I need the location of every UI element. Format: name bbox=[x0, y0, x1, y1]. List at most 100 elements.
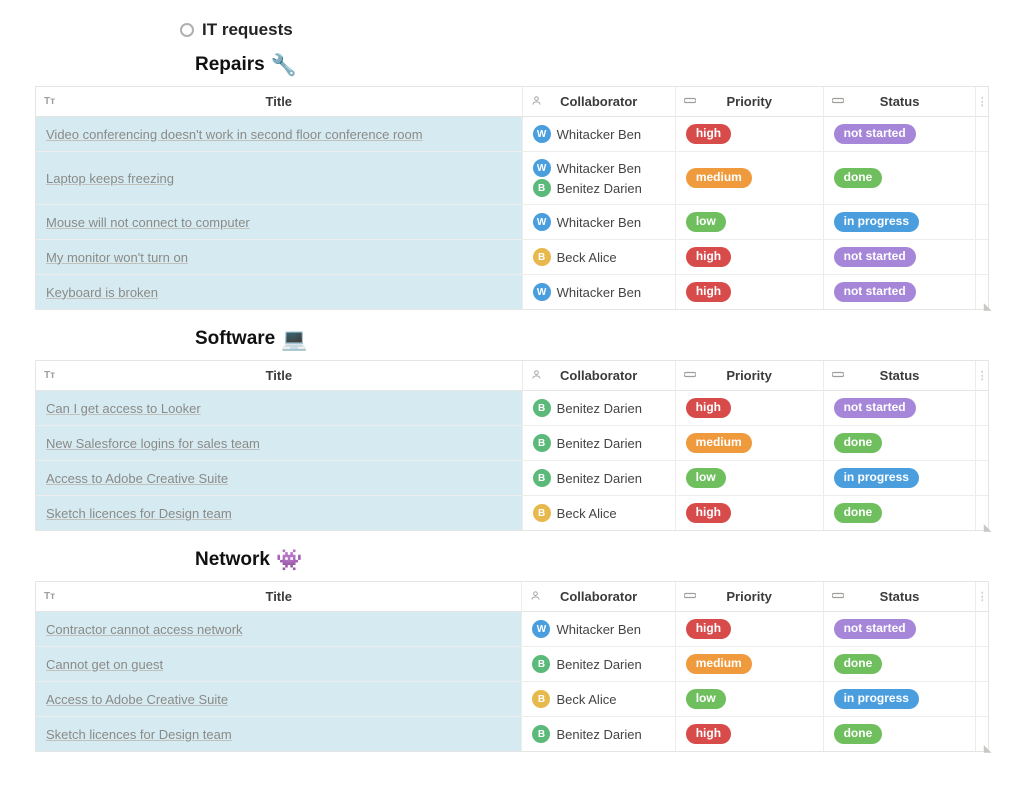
column-header-status[interactable]: Status bbox=[823, 582, 976, 612]
collaborator-cell[interactable]: BBeck Alice bbox=[522, 240, 675, 275]
row-expand-handle[interactable] bbox=[976, 205, 988, 240]
title-cell[interactable]: Video conferencing doesn't work in secon… bbox=[36, 117, 522, 152]
row-expand-handle[interactable] bbox=[976, 612, 988, 647]
status-cell[interactable]: in progress bbox=[823, 205, 976, 240]
priority-cell[interactable]: high bbox=[675, 612, 823, 647]
collaborator-item[interactable]: WWhitacker Ben bbox=[533, 125, 665, 143]
table-row[interactable]: Mouse will not connect to computer WWhita… bbox=[36, 205, 988, 240]
title-cell[interactable]: Cannot get on guest bbox=[36, 647, 522, 682]
title-cell[interactable]: Contractor cannot access network bbox=[36, 612, 522, 647]
title-cell[interactable]: Access to Adobe Creative Suite bbox=[36, 682, 522, 717]
table-row[interactable]: Video conferencing doesn't work in secon… bbox=[36, 117, 988, 152]
row-title-link[interactable]: Keyboard is broken bbox=[46, 285, 158, 300]
status-cell[interactable]: done bbox=[823, 647, 976, 682]
column-header-priority[interactable]: Priority bbox=[675, 582, 823, 612]
priority-cell[interactable]: high bbox=[675, 275, 823, 310]
row-title-link[interactable]: Mouse will not connect to computer bbox=[46, 215, 250, 230]
status-cell[interactable]: in progress bbox=[823, 682, 976, 717]
row-expand-handle[interactable] bbox=[976, 152, 988, 205]
column-header-priority[interactable]: Priority bbox=[675, 87, 823, 117]
priority-cell[interactable]: low bbox=[675, 205, 823, 240]
collaborator-item[interactable]: BBenitez Darien bbox=[532, 655, 664, 673]
collaborator-cell[interactable]: WWhitacker BenBBenitez Darien bbox=[522, 152, 675, 205]
collaborator-item[interactable]: BBenitez Darien bbox=[532, 725, 664, 743]
priority-cell[interactable]: high bbox=[675, 496, 823, 531]
status-cell[interactable]: done bbox=[823, 496, 976, 531]
title-cell[interactable]: Keyboard is broken bbox=[36, 275, 522, 310]
row-title-link[interactable]: Laptop keeps freezing bbox=[46, 171, 174, 186]
table-row[interactable]: Sketch licences for Design team BBeck Ali… bbox=[36, 496, 988, 531]
row-title-link[interactable]: Access to Adobe Creative Suite bbox=[46, 471, 228, 486]
column-header-priority[interactable]: Priority bbox=[675, 361, 823, 391]
column-header-title[interactable]: TᴛTitle bbox=[36, 582, 522, 612]
row-expand-handle[interactable] bbox=[976, 461, 988, 496]
row-expand-handle[interactable] bbox=[976, 426, 988, 461]
collaborator-cell[interactable]: BBenitez Darien bbox=[522, 461, 675, 496]
table-row[interactable]: Contractor cannot access network WWhitack… bbox=[36, 612, 988, 647]
row-expand-handle[interactable] bbox=[976, 391, 988, 426]
status-cell[interactable]: not started bbox=[823, 391, 976, 426]
title-cell[interactable]: New Salesforce logins for sales team bbox=[36, 426, 522, 461]
column-header-collaborator[interactable]: Collaborator bbox=[522, 582, 675, 612]
status-cell[interactable]: not started bbox=[823, 240, 976, 275]
column-header-status[interactable]: Status bbox=[823, 361, 976, 391]
priority-cell[interactable]: low bbox=[675, 682, 823, 717]
row-title-link[interactable]: Access to Adobe Creative Suite bbox=[46, 692, 228, 707]
title-cell[interactable]: Laptop keeps freezing bbox=[36, 152, 522, 205]
table-resize-handle[interactable]: ◢ bbox=[982, 745, 992, 753]
collaborator-item[interactable]: WWhitacker Ben bbox=[533, 213, 665, 231]
row-title-link[interactable]: My monitor won't turn on bbox=[46, 250, 188, 265]
column-add-handle[interactable]: ⋮ bbox=[976, 361, 988, 391]
table-resize-handle[interactable]: ◢ bbox=[982, 524, 992, 532]
collaborator-item[interactable]: BBeck Alice bbox=[532, 690, 664, 708]
column-header-title[interactable]: TᴛTitle bbox=[36, 361, 522, 391]
row-expand-handle[interactable] bbox=[976, 682, 988, 717]
priority-cell[interactable]: high bbox=[675, 391, 823, 426]
row-expand-handle[interactable] bbox=[976, 117, 988, 152]
title-cell[interactable]: Sketch licences for Design team bbox=[36, 717, 522, 752]
collaborator-cell[interactable]: WWhitacker Ben bbox=[522, 117, 675, 152]
status-cell[interactable]: done bbox=[823, 426, 976, 461]
collaborator-item[interactable]: WWhitacker Ben bbox=[533, 159, 665, 177]
row-title-link[interactable]: Contractor cannot access network bbox=[46, 622, 243, 637]
collaborator-item[interactable]: WWhitacker Ben bbox=[532, 620, 664, 638]
row-title-link[interactable]: Sketch licences for Design team bbox=[46, 727, 232, 742]
collaborator-item[interactable]: BBeck Alice bbox=[533, 504, 665, 522]
status-cell[interactable]: not started bbox=[823, 275, 976, 310]
collaborator-cell[interactable]: BBeck Alice bbox=[522, 496, 675, 531]
row-expand-handle[interactable] bbox=[976, 240, 988, 275]
column-header-collaborator[interactable]: Collaborator bbox=[522, 87, 675, 117]
row-title-link[interactable]: Sketch licences for Design team bbox=[46, 506, 232, 521]
table-row[interactable]: Access to Adobe Creative Suite BBeck Alic… bbox=[36, 682, 988, 717]
title-cell[interactable]: Sketch licences for Design team bbox=[36, 496, 522, 531]
collaborator-cell[interactable]: BBenitez Darien bbox=[522, 391, 675, 426]
title-cell[interactable]: Access to Adobe Creative Suite bbox=[36, 461, 522, 496]
status-cell[interactable]: not started bbox=[823, 117, 976, 152]
row-title-link[interactable]: Video conferencing doesn't work in secon… bbox=[46, 127, 423, 142]
table-row[interactable]: Sketch licences for Design team BBenitez … bbox=[36, 717, 988, 752]
collaborator-item[interactable]: BBenitez Darien bbox=[533, 399, 665, 417]
row-title-link[interactable]: Cannot get on guest bbox=[46, 657, 163, 672]
collaborator-item[interactable]: WWhitacker Ben bbox=[533, 283, 665, 301]
status-cell[interactable]: in progress bbox=[823, 461, 976, 496]
priority-cell[interactable]: medium bbox=[675, 647, 823, 682]
row-title-link[interactable]: New Salesforce logins for sales team bbox=[46, 436, 260, 451]
table-row[interactable]: Access to Adobe Creative Suite BBenitez D… bbox=[36, 461, 988, 496]
table-row[interactable]: Cannot get on guest BBenitez Darien medium… bbox=[36, 647, 988, 682]
table-row[interactable]: New Salesforce logins for sales teamBBen… bbox=[36, 426, 988, 461]
collaborator-cell[interactable]: WWhitacker Ben bbox=[522, 275, 675, 310]
priority-cell[interactable]: high bbox=[675, 240, 823, 275]
priority-cell[interactable]: high bbox=[675, 717, 823, 752]
collaborator-cell[interactable]: WWhitacker Ben bbox=[522, 205, 675, 240]
row-title-link[interactable]: Can I get access to Looker bbox=[46, 401, 201, 416]
collaborator-item[interactable]: BBenitez Darien bbox=[533, 469, 665, 487]
status-cell[interactable]: done bbox=[823, 717, 976, 752]
collaborator-cell[interactable]: BBenitez Darien bbox=[522, 647, 675, 682]
column-header-title[interactable]: TᴛTitle bbox=[36, 87, 522, 117]
collaborator-cell[interactable]: BBenitez Darien bbox=[522, 717, 675, 752]
status-cell[interactable]: not started bbox=[823, 612, 976, 647]
collaborator-cell[interactable]: WWhitacker Ben bbox=[522, 612, 675, 647]
column-header-status[interactable]: Status bbox=[823, 87, 976, 117]
table-row[interactable]: Can I get access to Looker BBenitez Darie… bbox=[36, 391, 988, 426]
table-row[interactable]: My monitor won't turn on BBeck Alicehighn… bbox=[36, 240, 988, 275]
